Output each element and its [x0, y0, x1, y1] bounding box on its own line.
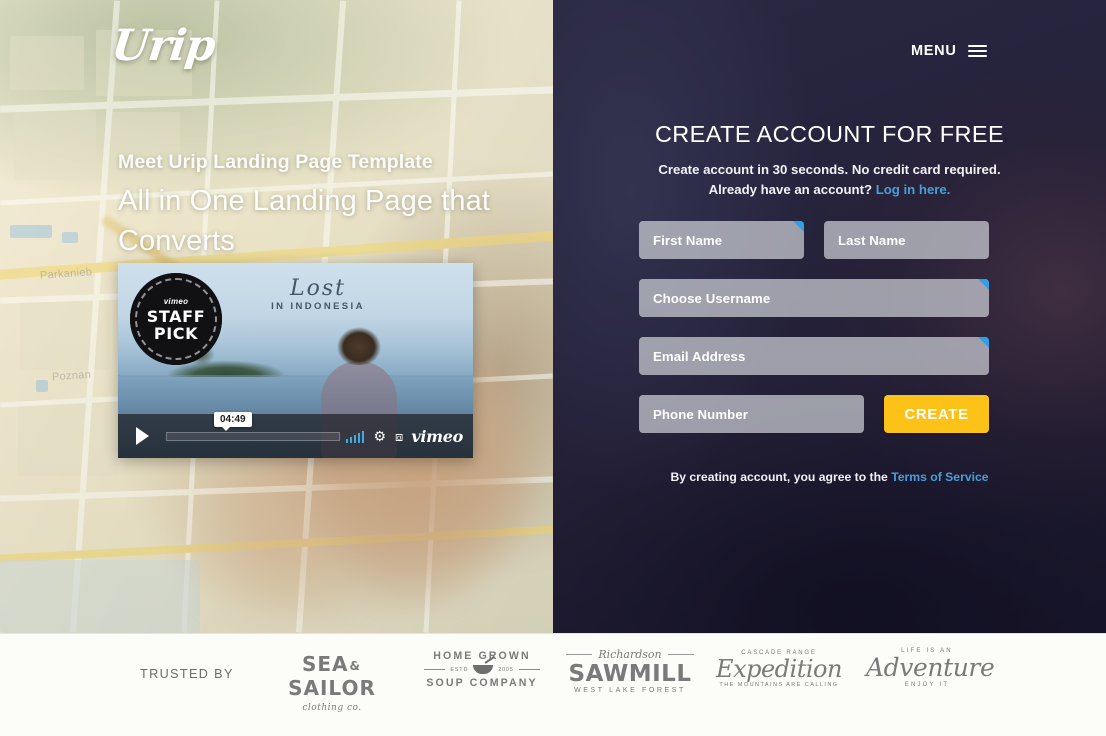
trusted-by-label: TRUSTED BY: [140, 667, 234, 681]
fullscreen-icon[interactable]: ⧈: [395, 430, 403, 443]
phone-placeholder: Phone Number: [653, 406, 748, 422]
menu-button[interactable]: MENU: [911, 43, 987, 59]
brand-logo-home-grown-soup: HOME GROWN ESTD 2005 SOUP COMPANY: [424, 650, 540, 689]
sawmill-tagline: WEST LAKE FOREST: [574, 687, 686, 694]
brand-logo-cascade-expedition: CASCADE RANGE Expedition THE MOUNTAINS A…: [716, 650, 842, 688]
video-player[interactable]: Lost IN INDONESIA vimeo STAFF PICK 04:49: [118, 263, 473, 458]
soup-mid-row: ESTD 2005: [424, 665, 540, 674]
sea-sailor-wordmark: SEA& SAILOR: [272, 652, 392, 700]
vimeo-logo[interactable]: vimeo: [411, 427, 463, 446]
video-time-tooltip: 04:49: [214, 412, 252, 431]
landing-page: Parkanieb Poznan Urip MENU Meet Urip Lan…: [0, 0, 1106, 736]
site-logo[interactable]: Urip: [109, 21, 218, 71]
soup-est-right: 2005: [498, 666, 514, 673]
badge-line-2: PICK: [153, 323, 199, 343]
soup-est-left: ESTD: [450, 666, 469, 673]
sea-text: SEA: [301, 652, 349, 676]
hero-headline: All in One Landing Page that Converts: [118, 185, 491, 257]
phone-input[interactable]: Phone Number: [639, 395, 864, 433]
terms-prefix: By creating account, you agree to the: [670, 470, 892, 484]
create-account-button[interactable]: CREATE: [884, 395, 989, 433]
adventure-script: Adventure: [866, 653, 995, 682]
adventure-tagline: ENJOY IT: [904, 682, 950, 688]
video-progress-area[interactable]: 04:49: [166, 412, 346, 458]
login-link[interactable]: Log in here.: [876, 182, 951, 197]
brand-logo-sea-and-sailor: SEA& SAILOR clothing co.: [272, 652, 392, 713]
video-overlay-title: Lost IN INDONESIA: [258, 276, 378, 313]
play-icon[interactable]: [118, 414, 166, 458]
form-row-name: First Name Last Name: [639, 221, 989, 259]
hero-eyebrow: Meet Urip Landing Page Template: [118, 151, 433, 173]
hamburger-icon: [967, 45, 987, 57]
sawmill-script: Richardson: [598, 648, 662, 661]
sea-sailor-tagline: clothing co.: [302, 703, 362, 713]
last-name-input[interactable]: Last Name: [824, 221, 989, 259]
ampersand-icon: &: [349, 658, 361, 673]
badge-line-1: STAFF: [146, 306, 206, 326]
form-row-username: Choose Username: [639, 279, 989, 317]
email-placeholder: Email Address: [653, 348, 746, 364]
menu-label: MENU: [911, 43, 957, 59]
soup-line-2: SOUP COMPANY: [426, 677, 538, 689]
video-progress-bar[interactable]: [166, 431, 340, 441]
video-right-controls[interactable]: ⚙ ⧈ vimeo: [345, 427, 473, 446]
first-name-placeholder: First Name: [653, 232, 723, 248]
signup-title: CREATE ACCOUNT FOR FREE: [654, 121, 1005, 147]
username-input[interactable]: Choose Username: [639, 279, 989, 317]
sawmill-wordmark: SAWMILL: [568, 661, 692, 687]
volume-bars-icon[interactable]: [345, 430, 365, 443]
email-input[interactable]: Email Address: [639, 337, 989, 375]
brand-logo-adventure: LIFE IS AN Adventure ENJOY IT: [866, 648, 995, 688]
sawmill-top-row: Richardson: [566, 648, 695, 661]
hero-section: Parkanieb Poznan Urip MENU Meet Urip Lan…: [0, 0, 1106, 633]
username-placeholder: Choose Username: [653, 290, 771, 306]
first-name-input[interactable]: First Name: [639, 221, 804, 259]
soup-line-1: HOME GROWN: [433, 650, 531, 662]
signup-form: First Name Last Name Choose Username Ema…: [639, 221, 989, 433]
terms-of-service-link[interactable]: Terms of Service: [891, 470, 988, 484]
terms-text: By creating account, you agree to the Te…: [553, 470, 1106, 484]
brand-logo-richardson-sawmill: Richardson SAWMILL WEST LAKE FOREST: [566, 648, 695, 694]
soup-bowl-icon: [473, 665, 494, 674]
sailor-text: SAILOR: [288, 676, 376, 700]
video-title-sub: IN INDONESIA: [271, 301, 365, 312]
video-title-main: Lost: [290, 276, 346, 301]
vimeo-staff-pick-badge: vimeo STAFF PICK: [130, 273, 222, 365]
gear-icon[interactable]: ⚙: [373, 429, 386, 443]
signup-subtitle-line2: Already have an account?: [708, 182, 876, 197]
expedition-script: Expedition: [716, 655, 842, 683]
signup-subtitle-line1: Create account in 30 seconds. No credit …: [658, 162, 1001, 177]
badge-brand-label: vimeo: [163, 296, 189, 306]
signup-subtitle: Create account in 30 seconds. No credit …: [553, 160, 1106, 200]
form-row-phone-submit: Phone Number CREATE: [639, 395, 989, 433]
form-row-email: Email Address: [639, 337, 989, 375]
video-control-bar[interactable]: 04:49 ⚙ ⧈ vimeo: [118, 412, 473, 458]
last-name-placeholder: Last Name: [838, 232, 906, 248]
expedition-tagline: THE MOUNTAINS ARE CALLING: [719, 682, 839, 688]
